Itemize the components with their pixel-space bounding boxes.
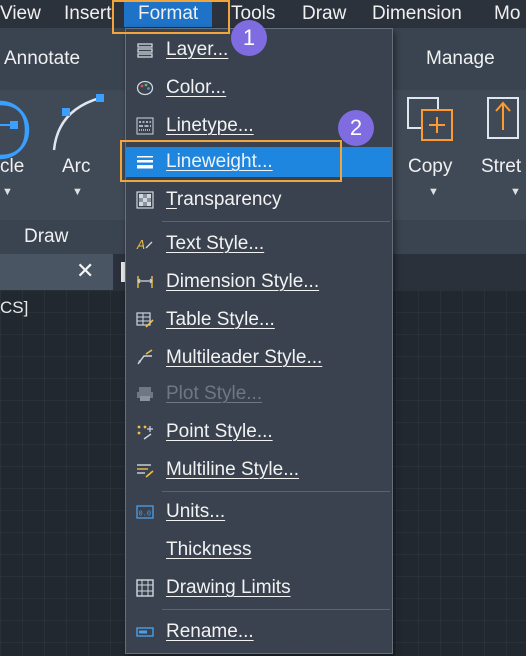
menu-modify[interactable]: Mo xyxy=(494,1,520,27)
circle-icon xyxy=(0,100,30,160)
stretch-icon xyxy=(487,97,519,139)
menu-item-label: Drawing Limits xyxy=(166,577,291,598)
menu-view[interactable]: View xyxy=(0,1,41,27)
transparency-icon xyxy=(136,191,154,209)
copy-tool-label: Copy xyxy=(408,156,453,177)
linetype-icon xyxy=(136,117,154,135)
copy-icon xyxy=(407,97,453,141)
menu-item-label: Plot Style... xyxy=(166,383,263,404)
circle-dropdown-icon[interactable]: ▼ xyxy=(2,186,13,198)
multileader-style-icon xyxy=(137,349,153,365)
callout-badge-1: 1 xyxy=(231,20,267,56)
menu-item-label: Linetype... xyxy=(166,115,254,136)
rename-icon xyxy=(136,627,154,637)
menu-item-table-style[interactable]: Table Style... xyxy=(126,305,392,335)
menu-separator xyxy=(162,221,390,222)
table-style-icon xyxy=(136,312,154,328)
menu-item-label: Point Style... xyxy=(166,421,273,442)
tab-annotate[interactable]: Annotate xyxy=(4,48,80,70)
color-palette-icon xyxy=(136,80,154,96)
menu-item-thickness[interactable]: Thickness xyxy=(126,535,392,565)
svg-text:0.0: 0.0 xyxy=(139,510,152,518)
stretch-tool-button[interactable]: Stret ▼ xyxy=(474,90,526,218)
menu-item-label: Color... xyxy=(166,77,227,98)
menu-item-text-style[interactable]: A Text Style... xyxy=(126,229,392,259)
close-icon[interactable]: ✕ xyxy=(76,258,94,284)
menu-separator xyxy=(162,491,390,492)
menu-insert[interactable]: Insert xyxy=(64,1,112,27)
menu-item-color[interactable]: Color... xyxy=(126,73,392,103)
drawing-limits-icon xyxy=(136,579,154,597)
menu-item-label: Thickness xyxy=(166,539,252,560)
callout-box-format xyxy=(112,0,230,34)
text-style-icon: A xyxy=(136,238,153,252)
point-style-icon xyxy=(137,425,153,440)
arc-tool-label: Arc xyxy=(62,156,91,177)
menu-item-label: Text Style... xyxy=(166,233,265,254)
menu-separator xyxy=(162,609,390,610)
menu-item-label: Transparency xyxy=(166,189,282,210)
menu-item-transparency[interactable]: Transparency xyxy=(126,185,392,215)
stretch-tool-label: Stret xyxy=(481,156,522,177)
menu-item-dimension-style[interactable]: Dimension Style... xyxy=(126,267,392,297)
callout-box-lineweight xyxy=(120,140,342,182)
circle-tool-button[interactable]: cle ▼ xyxy=(0,90,44,218)
arc-dropdown-icon[interactable]: ▼ xyxy=(72,186,83,198)
menu-item-plot-style: Plot Style... xyxy=(126,379,392,409)
multiline-style-icon xyxy=(137,464,154,478)
menu-item-multileader-style[interactable]: Multileader Style... xyxy=(126,343,392,373)
menu-item-label: Rename... xyxy=(166,621,254,642)
menu-item-label: Dimension Style... xyxy=(166,271,320,292)
menu-item-units[interactable]: 0.0 Units... xyxy=(126,497,392,527)
units-icon: 0.0 xyxy=(136,505,154,519)
menu-item-label: Table Style... xyxy=(166,309,275,330)
arc-tool-button[interactable]: Arc ▼ xyxy=(48,90,114,218)
draw-panel-title[interactable]: Draw xyxy=(24,226,68,248)
menu-draw[interactable]: Draw xyxy=(302,1,346,27)
svg-text:A: A xyxy=(136,238,145,252)
menubar: View Insert Format Tools Draw Dimension … xyxy=(0,0,526,28)
circle-tool-label: cle xyxy=(0,156,25,177)
layer-icon xyxy=(137,43,153,58)
menu-item-label: Layer... xyxy=(166,39,229,60)
menu-item-label: Multileader Style... xyxy=(166,347,323,368)
file-tab[interactable]: ✕ xyxy=(0,254,113,290)
menu-item-multiline-style[interactable]: Multiline Style... xyxy=(126,455,392,485)
ucs-label[interactable]: CS] xyxy=(0,298,28,318)
dimension-style-icon xyxy=(137,276,153,288)
arc-icon xyxy=(52,94,104,151)
menu-item-label: Units... xyxy=(166,501,226,522)
menu-item-drawing-limits[interactable]: Drawing Limits xyxy=(126,573,392,603)
stretch-dropdown-icon[interactable]: ▼ xyxy=(510,186,521,198)
menu-item-label: Multiline Style... xyxy=(166,459,300,480)
copy-dropdown-icon[interactable]: ▼ xyxy=(428,186,439,198)
copy-tool-button[interactable]: Copy ▼ xyxy=(400,90,466,218)
plot-style-icon xyxy=(137,387,153,401)
menu-dimension[interactable]: Dimension xyxy=(372,1,462,27)
menu-item-rename[interactable]: Rename... xyxy=(126,617,392,647)
menu-item-point-style[interactable]: Point Style... xyxy=(126,417,392,447)
callout-badge-2: 2 xyxy=(338,110,374,146)
tab-manage[interactable]: Manage xyxy=(426,48,495,70)
